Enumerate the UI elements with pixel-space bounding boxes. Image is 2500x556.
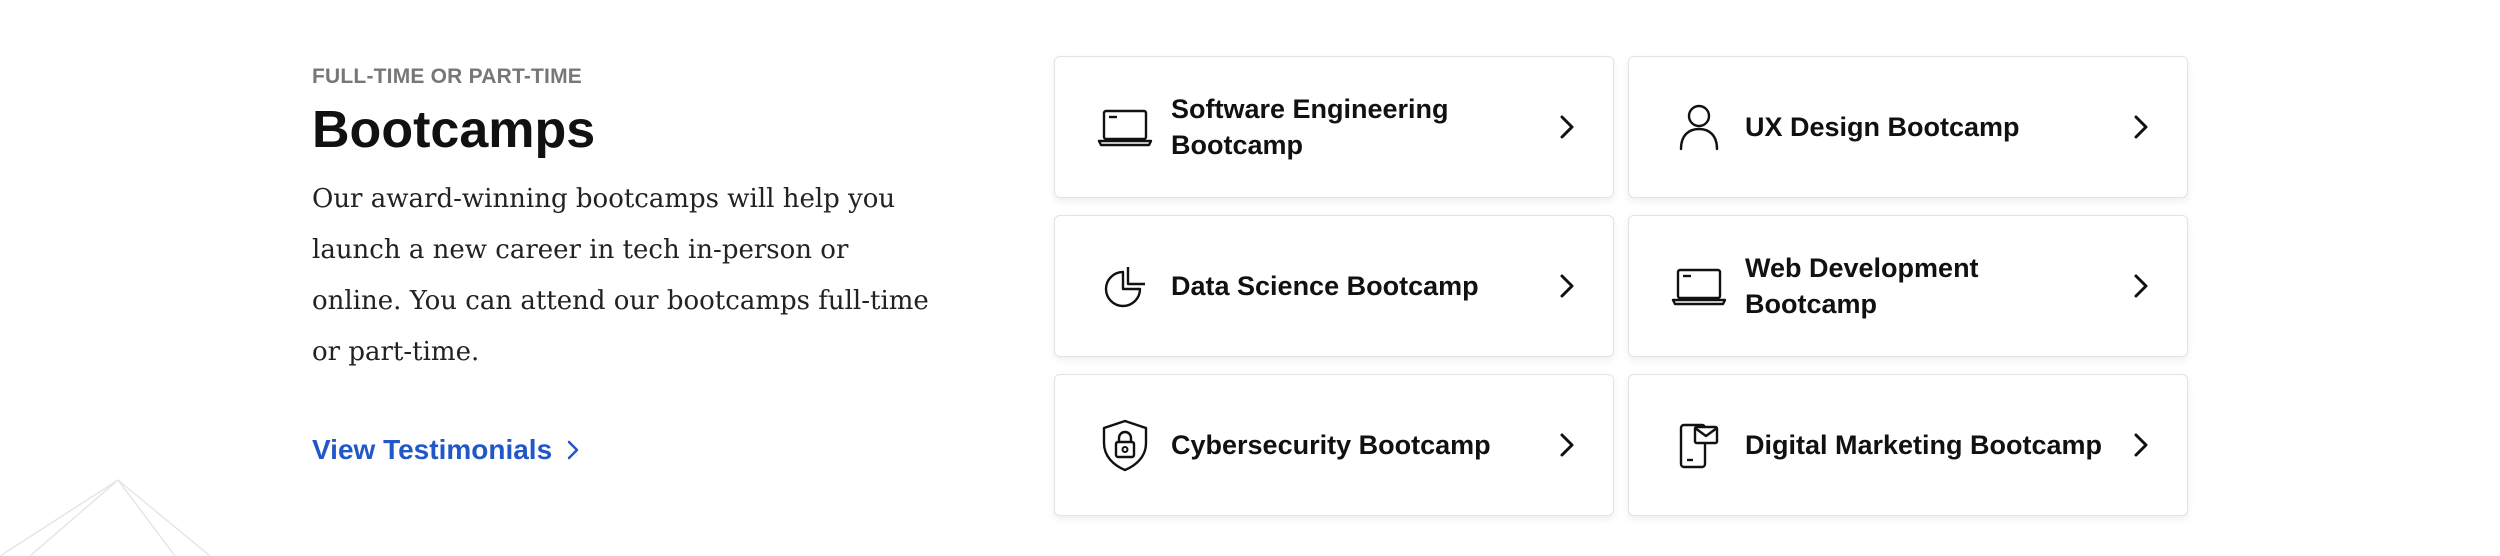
bootcamp-card-label: Data Science Bootcamp: [1171, 271, 1479, 301]
intro-block: FULL-TIME OR PART-TIME Bootcamps Our awa…: [312, 64, 952, 378]
bootcamp-card-digital-marketing[interactable]: Digital Marketing Bootcamp: [1628, 374, 2188, 516]
view-testimonials-link[interactable]: View Testimonials: [312, 434, 580, 466]
bootcamp-card-web-development[interactable]: Web Development Bootcamp: [1628, 215, 2188, 357]
pie-chart-icon: [1097, 258, 1153, 314]
laptop-icon: [1671, 258, 1727, 314]
chevron-right-icon: [1560, 115, 1574, 139]
chevron-right-icon: [567, 440, 579, 460]
section-title: Bootcamps: [312, 101, 596, 159]
bootcamp-card-cybersecurity[interactable]: Cybersecurity Bootcamp: [1054, 374, 1614, 516]
bootcamp-card-software-engineering[interactable]: Software Engineering Bootcamp: [1054, 56, 1614, 198]
phone-mail-icon: [1671, 417, 1727, 473]
bootcamp-grid: Software Engineering Bootcamp UX Design …: [1054, 56, 2188, 518]
bootcamp-card-label: Web Development Bootcamp: [1745, 253, 1979, 319]
bootcamp-card-label: UX Design Bootcamp: [1745, 112, 2020, 142]
user-icon: [1671, 99, 1727, 155]
bootcamp-card-label: Software Engineering Bootcamp: [1171, 94, 1449, 160]
bootcamp-card-ux-design[interactable]: UX Design Bootcamp: [1628, 56, 2188, 198]
section-description: Our award-winning bootcamps will help yo…: [312, 184, 929, 367]
chevron-right-icon: [1560, 274, 1574, 298]
chevron-right-icon: [2134, 433, 2148, 457]
view-testimonials-label: View Testimonials: [312, 434, 553, 465]
bootcamp-card-label: Cybersecurity Bootcamp: [1171, 430, 1491, 460]
bootcamp-card-data-science[interactable]: Data Science Bootcamp: [1054, 215, 1614, 357]
section-eyebrow: FULL-TIME OR PART-TIME: [312, 65, 582, 88]
shield-lock-icon: [1097, 417, 1153, 473]
chevron-right-icon: [1560, 433, 1574, 457]
chevron-right-icon: [2134, 274, 2148, 298]
laptop-icon: [1097, 99, 1153, 155]
chevron-right-icon: [2134, 115, 2148, 139]
bootcamp-card-label: Digital Marketing Bootcamp: [1745, 430, 2103, 460]
